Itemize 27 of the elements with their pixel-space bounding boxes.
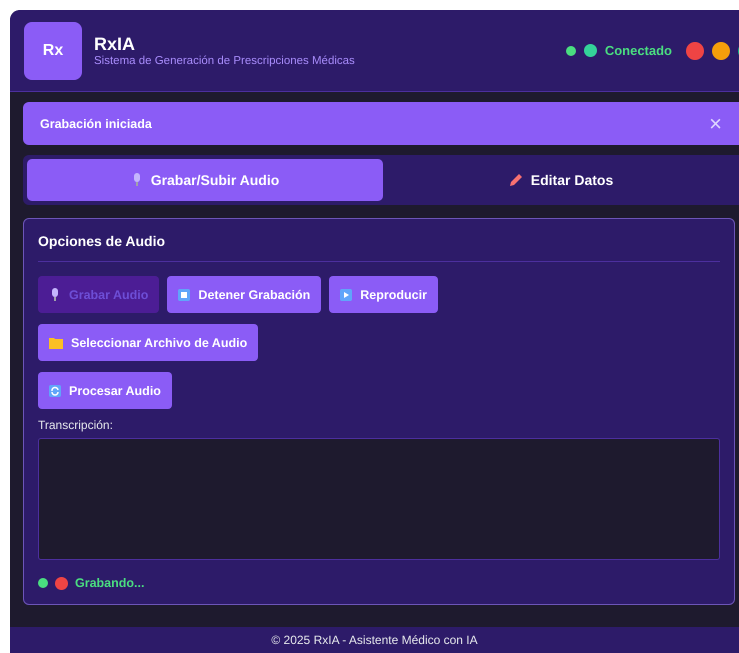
folder-icon [49,336,63,348]
window-control-dot[interactable] [712,42,730,60]
audio-button[interactable]: Detener Grabación [167,276,322,313]
app-title: RxIA [94,34,136,55]
connection-status: Conectado [604,43,672,58]
footer-text: © 2025 RxIA - Asistente Médico con IA [271,633,478,649]
transcription-label: Transcripción: [38,418,114,432]
audio-button[interactable]: Reproducir [329,276,438,313]
play-icon [340,288,352,300]
pencil-icon [508,173,523,187]
stop-icon [178,288,190,300]
status-indicator-icon [584,44,597,57]
app-subtitle: Sistema de Generación de Prescripciones Médicas [94,55,356,67]
logo: Rx [24,22,82,80]
refresh-icon [49,384,61,396]
record-indicator-icon [55,576,68,590]
notification-text: Grabación iniciada [40,116,152,130]
tab[interactable]: Editar Datos [383,159,739,201]
recording-status: Grabando... [75,576,144,590]
microphone-icon [49,288,61,302]
audio-button[interactable]: Procesar Audio [38,372,172,409]
transcription-field[interactable] [38,438,720,560]
window-control-dot[interactable] [686,42,704,60]
close-button[interactable]: × [709,110,722,136]
audio-button[interactable]: Seleccionar Archivo de Audio [38,324,258,361]
panel-title: Opciones de Audio [38,233,720,262]
tab[interactable]: Grabar/Subir Audio [27,159,383,201]
